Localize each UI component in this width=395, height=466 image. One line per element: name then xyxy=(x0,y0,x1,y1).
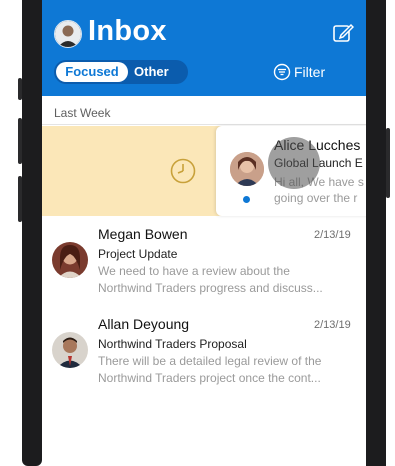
tab-other[interactable]: Other xyxy=(134,62,184,82)
message-subject: Northwind Traders Proposal xyxy=(98,337,247,351)
message-date: 2/13/19 xyxy=(314,319,351,331)
message-row[interactable]: Allan Deyoung 2/13/19 Northwind Traders … xyxy=(42,308,366,398)
message-preview: Northwind Traders progress and discuss..… xyxy=(98,281,323,295)
divider xyxy=(42,124,366,125)
filter-button[interactable]: Filter xyxy=(273,62,326,82)
compose-icon[interactable] xyxy=(332,22,354,44)
bezel-left xyxy=(22,0,42,466)
message-preview: Northwind Traders project once the cont.… xyxy=(98,371,321,385)
bezel-right xyxy=(366,0,386,466)
app-screen: Inbox Focused Other Filter Last Week Ali… xyxy=(42,0,366,466)
tab-focused[interactable]: Focused xyxy=(56,62,128,82)
message-preview: We need to have a review about the xyxy=(98,264,290,278)
touch-indicator xyxy=(268,137,320,189)
account-avatar[interactable] xyxy=(54,20,82,48)
sender-name: Megan Bowen xyxy=(98,226,188,242)
message-row[interactable]: Megan Bowen 2/13/19 Project Update We ne… xyxy=(42,218,366,308)
message-date: 2/13/19 xyxy=(314,229,351,241)
app-header: Inbox Focused Other Filter xyxy=(42,0,366,96)
unread-indicator xyxy=(243,196,250,203)
avatar xyxy=(230,152,264,186)
phone-frame: Inbox Focused Other Filter Last Week Ali… xyxy=(0,0,395,466)
message-preview: There will be a detailed legal review of… xyxy=(98,354,322,368)
page-title: Inbox xyxy=(88,15,167,47)
message-preview: going over the r xyxy=(274,191,358,205)
avatar xyxy=(52,242,88,278)
avatar xyxy=(52,332,88,368)
power-button xyxy=(386,128,390,198)
filter-icon xyxy=(273,63,291,81)
section-header: Last Week xyxy=(54,106,111,120)
sender-name: Allan Deyoung xyxy=(98,316,190,332)
clock-icon[interactable] xyxy=(170,158,196,184)
message-subject: Project Update xyxy=(98,247,178,261)
filter-label: Filter xyxy=(294,64,326,80)
